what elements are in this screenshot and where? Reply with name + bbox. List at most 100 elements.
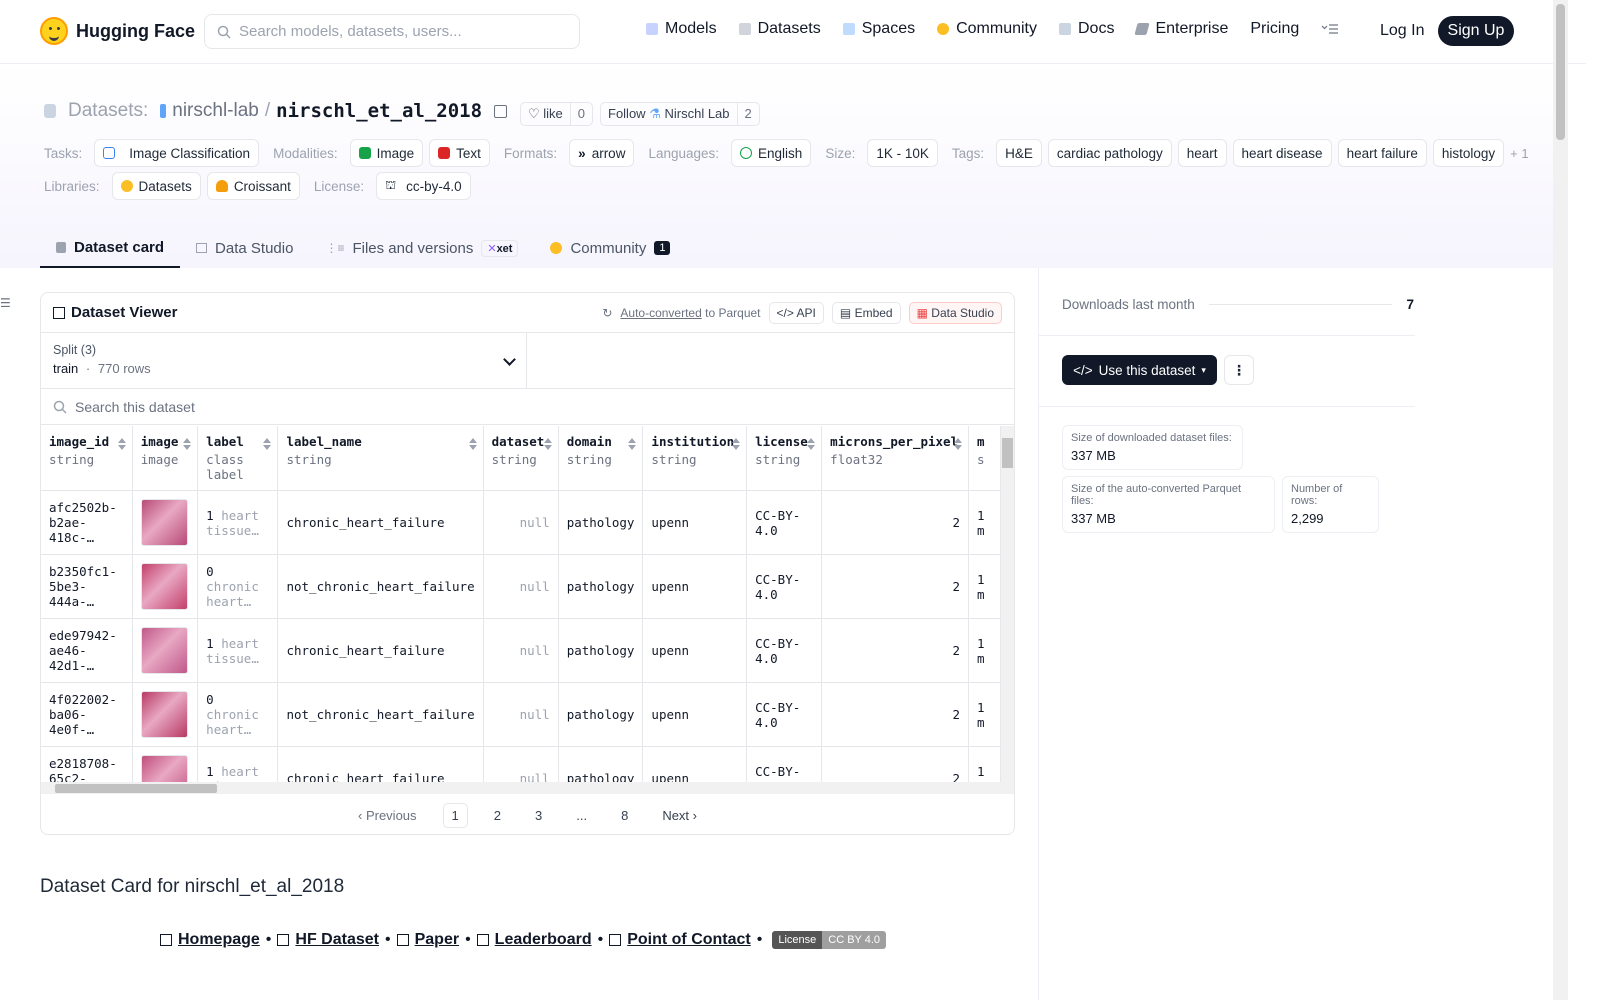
tag-croissant[interactable]: Croissant (206, 172, 300, 200)
table-cell[interactable] (132, 746, 199, 782)
tag-english[interactable]: English (731, 139, 812, 167)
table-cell[interactable]: 0 chronic heart… (197, 554, 279, 619)
tab-data-studio[interactable]: Data Studio (180, 228, 309, 268)
tags-more[interactable]: + 1 (1510, 146, 1528, 161)
next-page-button[interactable]: Next › (654, 804, 705, 827)
table-cell[interactable]: 4f022002-ba06-4e0f-… (41, 682, 133, 747)
col-truncated[interactable]: ms (968, 426, 1001, 491)
table-cell[interactable]: b2350fc1-5be3-444a-… (41, 554, 133, 619)
image-thumbnail[interactable] (140, 499, 188, 546)
leaderboard-link[interactable]: Leaderboard (495, 931, 592, 949)
table-row[interactable]: e2818708-65c2-47ac-… 1 heart tissue… chron… (41, 746, 1001, 782)
image-thumbnail[interactable] (140, 563, 188, 610)
nav-spaces[interactable]: Spaces (842, 20, 915, 38)
table-cell[interactable]: CC-BY-4.0 (746, 746, 823, 782)
table-cell[interactable]: 2 (821, 554, 970, 619)
table-cell[interactable]: upenn (642, 682, 748, 747)
table-cell[interactable] (132, 682, 199, 747)
page-8[interactable]: 8 (613, 804, 636, 827)
nav-docs[interactable]: Docs (1059, 20, 1114, 38)
split-selector[interactable]: Split (3) train · 770 rows (41, 333, 527, 388)
datasets-prefix[interactable]: Datasets: (68, 100, 148, 122)
table-cell[interactable]: CC-BY-4.0 (746, 554, 823, 619)
sort-icon[interactable] (954, 438, 963, 450)
table-cell[interactable] (132, 554, 199, 619)
tag-text[interactable]: Text (429, 139, 490, 167)
table-cell[interactable]: pathology (558, 490, 644, 555)
table-cell[interactable] (132, 618, 199, 683)
table-cell[interactable]: 2 (821, 682, 970, 747)
prev-page-button[interactable]: ‹ Previous (350, 804, 425, 827)
table-cell[interactable]: 1 m (968, 554, 1001, 619)
table-cell[interactable]: upenn (642, 554, 748, 619)
image-thumbnail[interactable] (140, 627, 188, 674)
tab-community[interactable]: Community 1 (534, 228, 686, 268)
nav-more[interactable] (1321, 23, 1339, 35)
sidebar-toggle-icon[interactable]: ☰ (0, 296, 11, 310)
tag-heart-failure[interactable]: heart failure (1337, 139, 1427, 167)
page-scrollbar[interactable] (1553, 0, 1568, 1000)
table-cell[interactable]: pathology (558, 746, 644, 782)
table-cell[interactable]: 1 m (968, 746, 1001, 782)
more-options-button[interactable]: ⋮ (1224, 355, 1254, 385)
table-cell[interactable]: 0 chronic heart… (197, 682, 279, 747)
table-row[interactable]: 4f022002-ba06-4e0f-… 0 chronic heart… not_… (41, 682, 1001, 747)
table-cell[interactable]: afc2502b-b2ae-418c-… (41, 490, 133, 555)
global-search[interactable] (204, 14, 580, 49)
page-2[interactable]: 2 (486, 804, 509, 827)
table-cell[interactable]: chronic_heart_failure (277, 618, 484, 683)
scrollbar-thumb[interactable] (1002, 438, 1013, 468)
scrollbar-thumb[interactable] (1556, 4, 1565, 140)
table-cell[interactable]: upenn (642, 618, 748, 683)
data-studio-button[interactable]: ▦ Data Studio (908, 301, 1002, 324)
col-microns-per-pixel[interactable]: microns_per_pixel float32 (821, 426, 970, 491)
tag-cardiac-pathology[interactable]: cardiac pathology (1047, 139, 1172, 167)
embed-button[interactable]: ▤ Embed (831, 301, 901, 324)
table-cell[interactable]: 1 m (968, 682, 1001, 747)
follow-button[interactable]: Follow ⚗ Nirschl Lab 2 (600, 102, 760, 126)
sort-icon[interactable] (628, 438, 637, 450)
col-license[interactable]: license string (746, 426, 823, 491)
table-cell[interactable]: null (483, 554, 559, 619)
table-cell[interactable]: ede97942-ae46-42d1-… (41, 618, 133, 683)
table-cell[interactable]: null (483, 746, 559, 782)
table-cell[interactable]: CC-BY-4.0 (746, 682, 823, 747)
tag-license[interactable]: ⛫ cc-by-4.0 (376, 172, 471, 200)
col-image[interactable]: image image (132, 426, 199, 491)
tab-files[interactable]: ⋮≡ Files and versions ✕xet (309, 228, 534, 268)
table-cell[interactable]: CC-BY-4.0 (746, 618, 823, 683)
table-cell[interactable]: 1 heart tissue… (197, 746, 279, 782)
signup-button[interactable]: Sign Up (1438, 16, 1514, 46)
image-thumbnail[interactable] (140, 755, 188, 782)
page-1[interactable]: 1 (442, 802, 468, 828)
sort-icon[interactable] (543, 438, 552, 450)
col-image-id[interactable]: image_id string (41, 426, 133, 491)
col-institution[interactable]: institution string (642, 426, 748, 491)
use-dataset-button[interactable]: </> Use this dataset ▾ (1062, 355, 1217, 385)
sort-icon[interactable] (117, 438, 126, 450)
tag-histology[interactable]: histology (1432, 139, 1505, 167)
dataset-search[interactable] (41, 389, 1014, 425)
col-label-name[interactable]: label_name string (277, 426, 484, 491)
sort-icon[interactable] (807, 438, 816, 450)
table-cell[interactable]: 2 (821, 618, 970, 683)
tag-datasets-lib[interactable]: Datasets (111, 172, 201, 200)
global-search-input[interactable] (239, 23, 559, 40)
tab-dataset-card[interactable]: Dataset card (40, 228, 181, 268)
point-of-contact-link[interactable]: Point of Contact (627, 931, 751, 949)
table-cell[interactable]: 1 heart tissue… (197, 490, 279, 555)
dataset-search-input[interactable] (75, 398, 575, 415)
tag-heart-disease[interactable]: heart disease (1232, 139, 1332, 167)
table-cell[interactable]: CC-BY-4.0 (746, 490, 823, 555)
tag-arrow[interactable]: » arrow (569, 139, 635, 167)
dataset-name[interactable]: nirschl_et_al_2018 (276, 100, 482, 122)
nav-datasets[interactable]: Datasets (738, 20, 821, 38)
table-cell[interactable]: null (483, 682, 559, 747)
scrollbar-thumb[interactable] (55, 784, 217, 793)
dataset-org[interactable]: nirschl-lab (172, 100, 259, 122)
api-button[interactable]: </> API (768, 301, 824, 324)
table-cell[interactable]: 1 m (968, 490, 1001, 555)
auto-converted-link[interactable]: Auto-converted to Parquet (620, 306, 760, 320)
tag-image-classification[interactable]: Image Classification (94, 139, 260, 167)
table-cell[interactable]: chronic_heart_failure (277, 746, 484, 782)
